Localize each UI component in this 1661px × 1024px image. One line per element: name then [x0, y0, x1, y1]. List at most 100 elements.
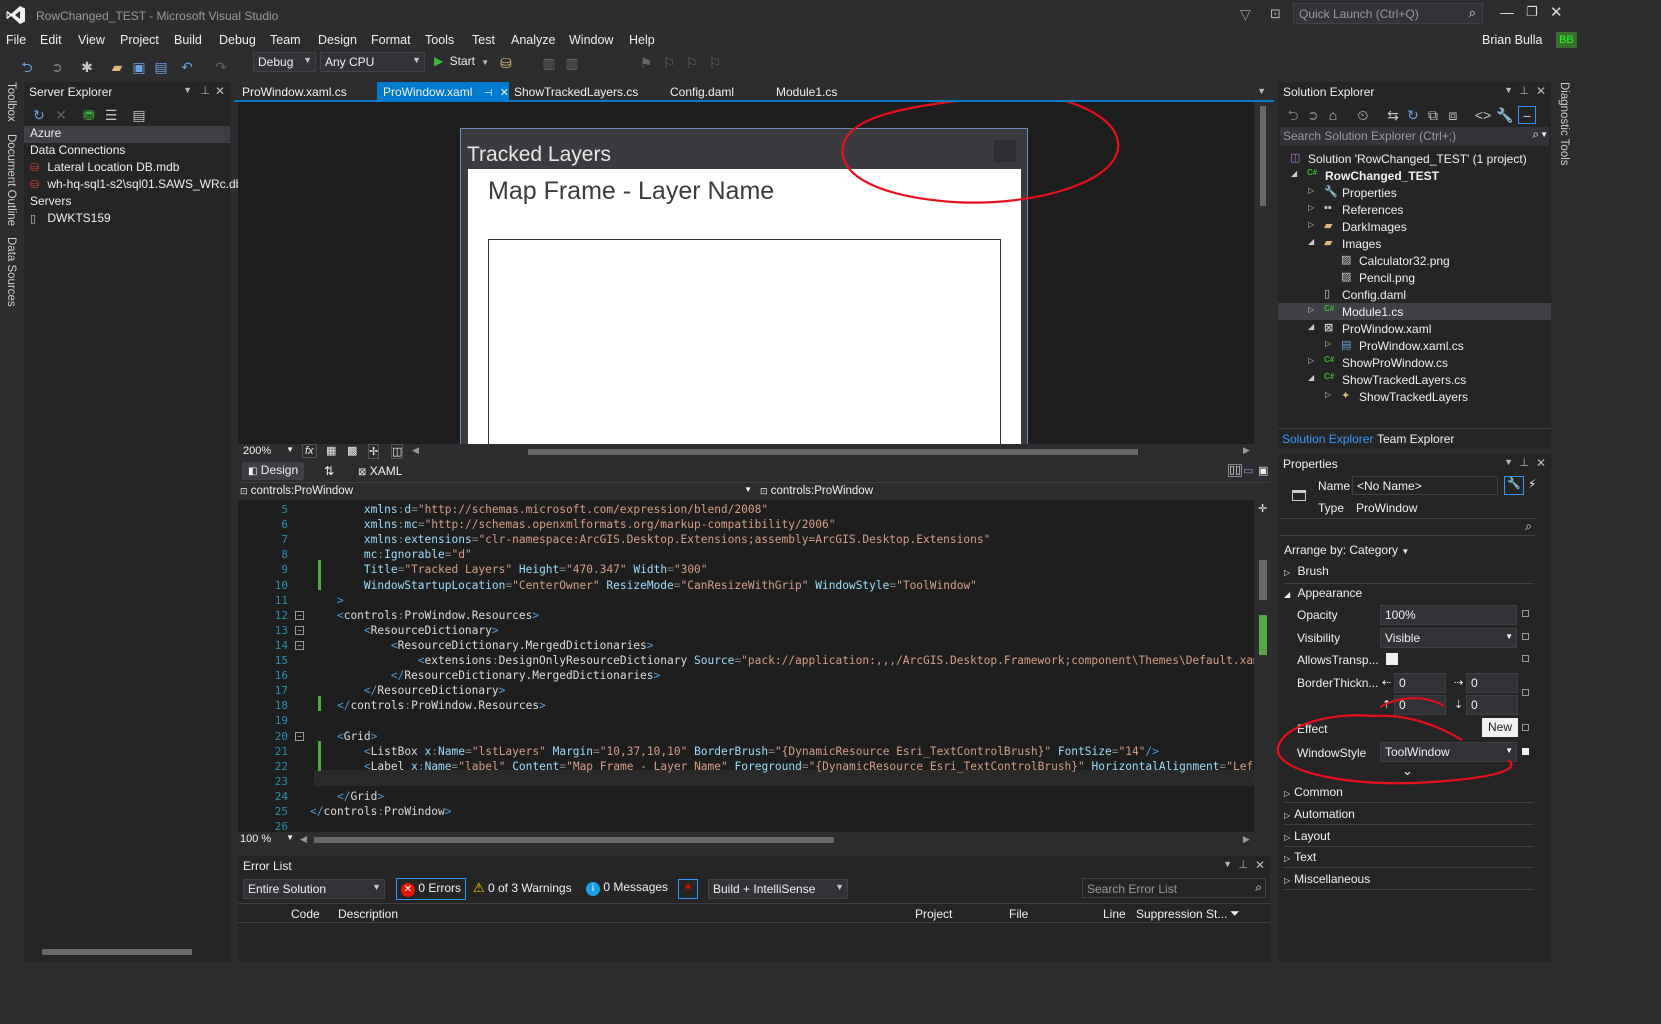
- category-layout[interactable]: ▷ Layout: [1284, 826, 1534, 847]
- allows-transparency-checkbox[interactable]: [1386, 653, 1398, 665]
- opacity-input[interactable]: 100%: [1380, 605, 1517, 625]
- tab-prowindow-xaml[interactable]: ProWindow.xaml ⊣ ✕: [377, 82, 509, 102]
- fold-icon[interactable]: −: [295, 731, 304, 741]
- code-line[interactable]: <Label x:Name="label" Content="Map Frame…: [310, 760, 1254, 775]
- expand-icon[interactable]: ▷: [1325, 390, 1331, 399]
- tab-team-explorer[interactable]: Team Explorer: [1377, 432, 1454, 446]
- configuration-dropdown[interactable]: Debug ▼: [253, 52, 316, 72]
- collapse-icon[interactable]: ◢: [1308, 322, 1314, 331]
- column-code[interactable]: Code: [291, 907, 320, 921]
- code-line[interactable]: <controls:ProWindow.Resources>: [310, 609, 539, 624]
- design-tab[interactable]: ◧ Design: [242, 462, 305, 480]
- code-line[interactable]: <ListBox x:Name="lstLayers" Margin="10,3…: [310, 745, 1159, 760]
- code-line[interactable]: Title="Tracked Layers" Height="470.347" …: [310, 563, 708, 578]
- search-error-list-input[interactable]: Search Error List ⌕: [1082, 878, 1266, 898]
- fold-icon[interactable]: −: [295, 610, 304, 620]
- category-text[interactable]: ▷ Text: [1284, 847, 1534, 869]
- scroll-left-icon[interactable]: ◀: [412, 445, 419, 456]
- connect-server-icon[interactable]: ☰: [102, 106, 120, 124]
- solution-tree-item[interactable]: ◫ Solution 'RowChanged_TEST' (1 project): [1278, 150, 1551, 167]
- dropdown-icon[interactable]: ▼: [1504, 85, 1513, 95]
- pending-changes-icon[interactable]: ⏲: [1354, 106, 1372, 124]
- solution-tree-item[interactable]: ◢ C# RowChanged_TEST: [1278, 167, 1551, 184]
- redo-icon[interactable]: ↷: [212, 58, 230, 76]
- pin-icon[interactable]: ⊥: [1519, 456, 1529, 469]
- code-line[interactable]: </ResourceDictionary>: [310, 684, 505, 699]
- diagnostic-tools-tab[interactable]: Diagnostic Tools: [1558, 82, 1570, 166]
- menu-help[interactable]: Help: [629, 33, 655, 47]
- expand-icon[interactable]: ▷: [1308, 220, 1314, 229]
- menu-view[interactable]: View: [78, 33, 105, 47]
- designer-vertical-scrollbar[interactable]: [1256, 102, 1270, 444]
- vertical-split-icon[interactable]: ▯▯: [1228, 464, 1243, 477]
- menu-team[interactable]: Team: [270, 33, 301, 47]
- server-tree-item[interactable]: ▯ DWKTS159: [24, 211, 230, 228]
- solution-tree-item[interactable]: ◢ C# ShowTrackedLayers.cs: [1278, 371, 1551, 388]
- code-line[interactable]: <ResourceDictionary.MergedDictionaries>: [310, 639, 654, 654]
- expand-icon[interactable]: ▷: [1308, 356, 1314, 365]
- code-line[interactable]: xmlns:extensions="clr-namespace:ArcGIS.D…: [310, 533, 990, 548]
- build-filter-dropdown[interactable]: Build + IntelliSense ▼: [708, 879, 848, 899]
- code-line[interactable]: </controls:ProWindow.Resources>: [310, 699, 546, 714]
- designer-horizontal-scrollbar[interactable]: [528, 449, 1138, 455]
- category-appearance[interactable]: ◢ Appearance: [1284, 586, 1362, 600]
- solution-tree-item[interactable]: ▷ C# Module1.cs: [1278, 303, 1551, 320]
- tab-overflow-icon[interactable]: ▼: [1257, 86, 1266, 96]
- tab-config-daml[interactable]: Config.daml: [664, 82, 740, 102]
- menu-test[interactable]: Test: [472, 33, 495, 47]
- wrench-icon[interactable]: 🔧: [1496, 106, 1514, 124]
- dropdown-icon[interactable]: ▼: [1223, 859, 1232, 869]
- forward-icon[interactable]: ➲: [1304, 106, 1322, 124]
- xaml-code-editor[interactable]: 5 xmlns:d="http://schemas.microsoft.com/…: [238, 500, 1254, 832]
- close-button[interactable]: ✕: [1550, 3, 1563, 21]
- warnings-filter-button[interactable]: ⚠ 0 of 3 Warnings: [473, 880, 572, 896]
- close-icon[interactable]: ✕: [1255, 858, 1265, 872]
- user-avatar[interactable]: BB: [1556, 32, 1577, 48]
- feedback-icon[interactable]: ⊡: [1270, 6, 1281, 22]
- toolbox-tab[interactable]: Toolbox: [5, 82, 17, 122]
- collapse-icon[interactable]: ◢: [1291, 169, 1297, 178]
- code-line[interactable]: </controls:ProWindow>: [310, 805, 452, 820]
- code-line[interactable]: WindowStartupLocation="CenterOwner" Resi…: [310, 579, 977, 594]
- user-name[interactable]: Brian Bulla: [1482, 33, 1542, 47]
- collapse-all-icon[interactable]: ⧉: [1424, 106, 1442, 124]
- properties-wrench-button[interactable]: 🔧: [1504, 476, 1524, 495]
- error-scope-dropdown[interactable]: Entire Solution ▼: [243, 879, 385, 899]
- code-horizontal-scrollbar[interactable]: [314, 837, 834, 843]
- search-solution-input[interactable]: Search Solution Explorer (Ctrl+;) ⌕ ▼: [1280, 127, 1549, 146]
- back-icon[interactable]: ⮌: [1284, 106, 1302, 124]
- property-marker[interactable]: [1522, 689, 1529, 696]
- new-project-icon[interactable]: ✱: [78, 58, 96, 76]
- server-tree-item[interactable]: Data Connections: [24, 143, 230, 160]
- menu-design[interactable]: Design: [318, 33, 357, 47]
- column-project[interactable]: Project: [915, 907, 952, 921]
- solution-tree-item[interactable]: ▨ Calculator32.png: [1278, 252, 1551, 269]
- platform-dropdown[interactable]: Any CPU ▼: [320, 52, 425, 72]
- solution-tree-item[interactable]: ▷ 🔧 Properties: [1278, 184, 1551, 201]
- scroll-left-icon[interactable]: ◀: [300, 834, 307, 845]
- code-line[interactable]: <Grid>: [310, 730, 377, 745]
- close-icon[interactable]: ✕: [1536, 456, 1546, 470]
- undo-icon[interactable]: ↶: [178, 58, 196, 76]
- properties-icon[interactable]: ▤: [130, 106, 148, 124]
- pin-icon[interactable]: ⊥: [200, 84, 210, 97]
- snap-grid-icon[interactable]: ▩: [347, 444, 357, 457]
- errors-filter-button[interactable]: ✕ 0 Errors: [396, 878, 467, 900]
- category-common[interactable]: ▷ Common: [1284, 782, 1534, 803]
- close-icon[interactable]: ✕: [215, 84, 225, 98]
- save-icon[interactable]: ▣: [130, 58, 148, 76]
- column-file[interactable]: File: [1009, 907, 1028, 921]
- solution-tree-item[interactable]: ◢ ▰ Images: [1278, 235, 1551, 252]
- code-line[interactable]: </ResourceDictionary.MergedDictionaries>: [310, 669, 660, 684]
- solution-tree-item[interactable]: ◢ ⊠ ProWindow.xaml: [1278, 320, 1551, 337]
- server-tree-item[interactable]: ⛁ Lateral Location DB.mdb: [24, 160, 230, 177]
- formula-icon[interactable]: fx: [302, 444, 317, 458]
- code-line[interactable]: <extensions:DesignOnlyResourceDictionary…: [310, 654, 1254, 669]
- back-icon[interactable]: ⮌: [18, 58, 36, 76]
- horizontal-split-icon[interactable]: ▭: [1243, 464, 1253, 477]
- property-marker[interactable]: [1522, 655, 1529, 662]
- code-line[interactable]: >: [310, 594, 344, 609]
- breadcrumb-right[interactable]: ⊡ controls:ProWindow: [760, 485, 873, 497]
- quick-launch-input[interactable]: Quick Launch (Ctrl+Q) ⌕: [1293, 3, 1483, 24]
- solution-tree-item[interactable]: ▷ C# ShowProWindow.cs: [1278, 354, 1551, 371]
